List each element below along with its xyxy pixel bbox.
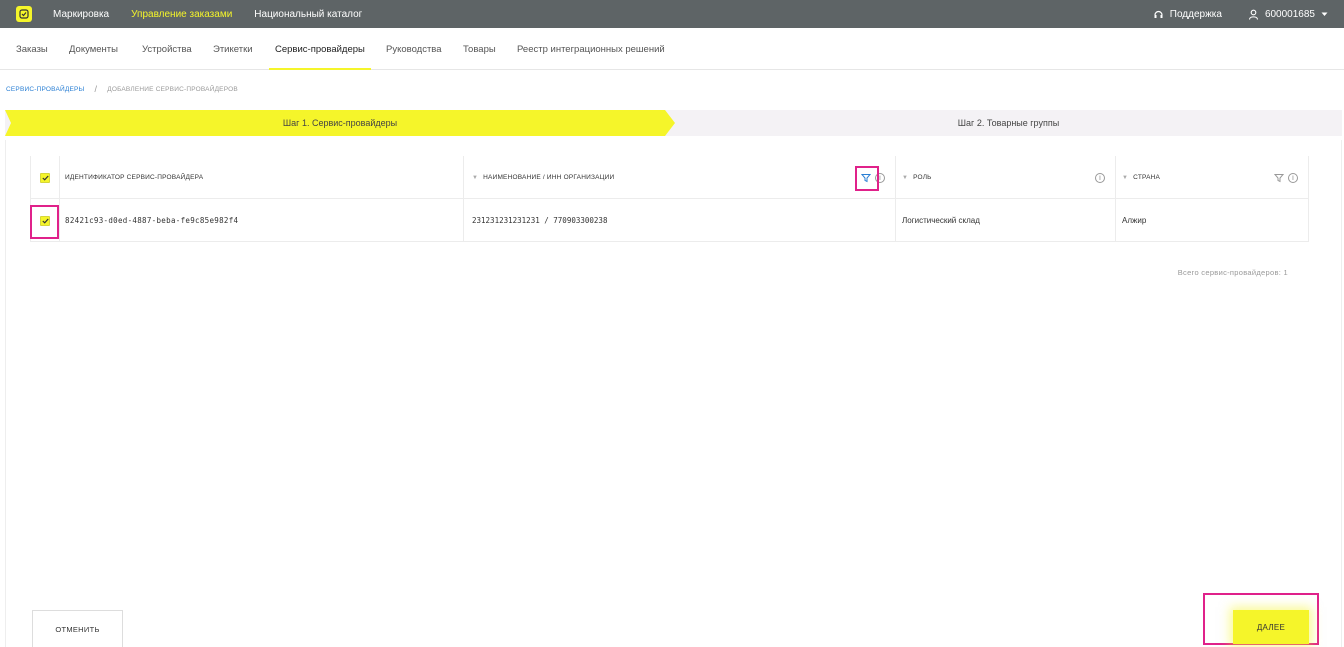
header-role[interactable]: ▼ РОЛЬ i — [896, 156, 1116, 199]
filter-icon[interactable] — [1274, 173, 1284, 183]
wizard-steps: Шаг 1. Сервис-провайдеры Шаг 2. Товарные… — [5, 110, 1342, 136]
info-icon[interactable]: i — [1288, 172, 1298, 183]
next-button[interactable]: ДАЛЕЕ — [1233, 610, 1309, 644]
table-row[interactable]: 82421c93-d0ed-4887-beba-fe9c85e982f4 231… — [30, 199, 1309, 242]
select-all-checkbox[interactable] — [40, 172, 50, 183]
top-nav: Маркировка Управление заказами Националь… — [53, 0, 362, 28]
tab-documents[interactable]: Документы — [69, 28, 118, 70]
info-icon[interactable]: i — [1095, 172, 1105, 183]
sort-icon[interactable]: ▼ — [902, 175, 908, 181]
cell-country: Алжир — [1116, 199, 1309, 242]
cell-provider-id: 82421c93-d0ed-4887-beba-fe9c85e982f4 — [60, 199, 464, 242]
highlight-filter — [855, 166, 879, 191]
section-tabs: Заказы Документы Устройства Этикетки Сер… — [0, 28, 1344, 70]
header-provider-id-label: ИДЕНТИФИКАТОР СЕРВИС-ПРОВАЙДЕРА — [65, 174, 204, 181]
tab-guides[interactable]: Руководства — [386, 28, 442, 70]
highlight-row-checkbox — [30, 205, 59, 239]
tab-service-providers[interactable]: Сервис-провайдеры — [269, 28, 371, 70]
support-link[interactable]: Поддержка — [1153, 9, 1222, 20]
breadcrumb: СЕРВИС-ПРОВАЙДЕРЫ / ДОБАВЛЕНИЕ СЕРВИС-ПР… — [6, 84, 238, 94]
sort-icon[interactable]: ▼ — [1122, 175, 1128, 181]
header-name-inn[interactable]: ▼ НАИМЕНОВАНИЕ / ИНН ОРГАНИЗАЦИИ i — [464, 156, 896, 199]
tab-products[interactable]: Товары — [463, 28, 496, 70]
top-nav-item-order-management[interactable]: Управление заказами — [131, 9, 232, 20]
user-menu[interactable]: 600001685 — [1248, 9, 1328, 20]
tab-devices[interactable]: Устройства — [142, 28, 192, 70]
cell-name-inn: 231231231231231 / 7709033002З8 — [464, 199, 896, 242]
breadcrumb-separator: / — [94, 84, 98, 94]
tab-labels[interactable]: Этикетки — [213, 28, 253, 70]
step-2[interactable]: Шаг 2. Товарные группы — [675, 110, 1342, 136]
headset-icon — [1154, 10, 1163, 18]
breadcrumb-service-providers[interactable]: СЕРВИС-ПРОВАЙДЕРЫ — [6, 86, 85, 93]
breadcrumb-current: ДОБАВЛЕНИЕ СЕРВИС-ПРОВАЙДЕРОВ — [107, 85, 238, 93]
tab-integration-registry[interactable]: Реестр интеграционных решений — [517, 28, 665, 70]
sort-icon[interactable]: ▼ — [472, 175, 478, 181]
tab-orders[interactable]: Заказы — [16, 28, 48, 70]
top-bar: Маркировка Управление заказами Националь… — [0, 0, 1344, 28]
chevron-down-icon — [1321, 12, 1328, 16]
top-nav-item-national-catalog[interactable]: Национальный каталог — [254, 9, 362, 20]
header-role-icons: i — [1095, 156, 1105, 199]
top-nav-item-marking[interactable]: Маркировка — [53, 9, 109, 20]
total-count: Всего сервис-провайдеров: 1 — [1177, 268, 1288, 277]
header-name-inn-label: НАИМЕНОВАНИЕ / ИНН ОРГАНИЗАЦИИ — [483, 174, 615, 181]
support-label: Поддержка — [1169, 8, 1222, 20]
check-icon — [41, 175, 49, 181]
header-country-icons: i — [1274, 156, 1298, 199]
header-role-label: РОЛЬ — [913, 174, 932, 181]
top-right: Поддержка 600001685 — [1153, 0, 1328, 28]
step-1[interactable]: Шаг 1. Сервис-провайдеры — [5, 110, 675, 136]
table-header-row: ИДЕНТИФИКАТОР СЕРВИС-ПРОВАЙДЕРА ▼ НАИМЕН… — [30, 156, 1309, 199]
cell-role: Логистический склад — [896, 199, 1116, 242]
header-country[interactable]: ▼ СТРАНА i — [1116, 156, 1309, 199]
header-checkbox-cell — [30, 156, 60, 199]
logo-icon[interactable] — [16, 6, 32, 22]
user-id: 600001685 — [1264, 8, 1315, 20]
header-provider-id[interactable]: ИДЕНТИФИКАТОР СЕРВИС-ПРОВАЙДЕРА — [60, 156, 464, 199]
cancel-button[interactable]: ОТМЕНИТЬ — [32, 610, 123, 647]
header-country-label: СТРАНА — [1133, 174, 1161, 181]
user-icon — [1248, 9, 1258, 20]
